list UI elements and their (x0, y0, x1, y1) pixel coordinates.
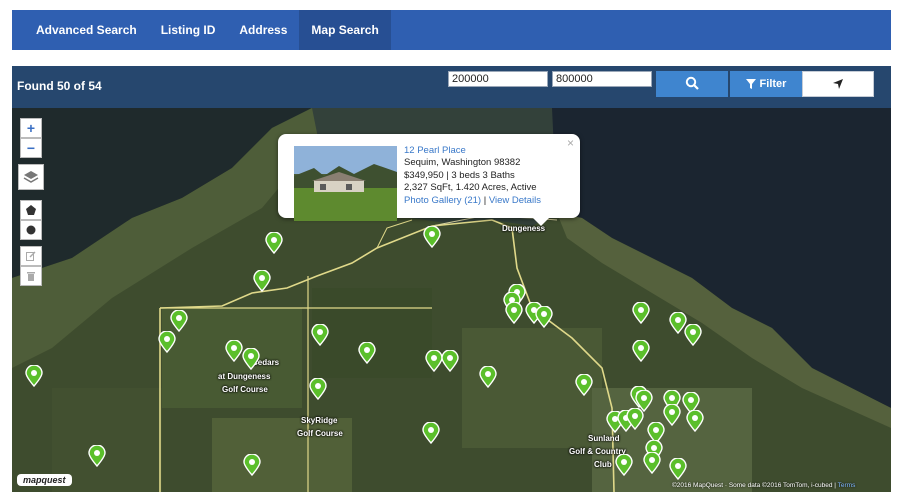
listing-marker[interactable] (158, 330, 176, 354)
listing-marker[interactable] (535, 305, 553, 329)
listing-marker[interactable] (626, 407, 644, 431)
tab-address[interactable]: Address (227, 10, 299, 50)
map-label-skyridge-line2: Golf Course (297, 429, 343, 438)
mapquest-logo: mapquest (17, 474, 72, 486)
link-separator: | (481, 194, 489, 206)
popup-close-button[interactable]: × (567, 136, 574, 150)
tab-map-search[interactable]: Map Search (299, 10, 391, 50)
listing-marker[interactable] (358, 341, 376, 365)
polygon-icon (26, 205, 36, 215)
listing-marker[interactable] (311, 323, 329, 347)
trash-icon (27, 272, 35, 281)
filter-button[interactable]: Filter (730, 71, 802, 97)
search-icon (685, 76, 699, 90)
listing-address-link[interactable]: 12 Pearl Place (404, 145, 466, 156)
view-details-link[interactable]: View Details (489, 195, 541, 206)
edit-shape-button[interactable] (20, 246, 42, 266)
map-label-skyridge: SkyRidge (301, 416, 338, 425)
listing-city: Sequim, Washington 98382 (404, 157, 521, 169)
listing-marker[interactable] (684, 323, 702, 347)
tab-listing-id[interactable]: Listing ID (149, 10, 228, 50)
map-view[interactable]: + − Dungeness Cedars at Dungeness Golf C… (12, 108, 891, 492)
listing-marker[interactable] (88, 444, 106, 468)
terms-link[interactable]: Terms (838, 482, 856, 489)
listing-size: 2,327 SqFt, 1.420 Acres, Active (404, 182, 537, 194)
listing-marker[interactable] (669, 457, 687, 481)
layers-button[interactable] (18, 164, 44, 190)
map-label-sunland: Sunland (588, 434, 620, 443)
listing-marker[interactable] (632, 301, 650, 325)
map-label-cedars-line3: Golf Course (222, 385, 268, 394)
listing-marker[interactable] (422, 421, 440, 445)
attribution-text: ©2016 MapQuest · Some data ©2016 TomTom,… (672, 482, 838, 489)
listing-marker[interactable] (253, 269, 271, 293)
listing-marker[interactable] (242, 347, 260, 371)
listing-marker[interactable] (243, 453, 261, 477)
listing-price: $349,950 | 3 beds 3 Baths (404, 169, 515, 181)
listing-marker[interactable] (643, 451, 661, 475)
listing-marker[interactable] (170, 309, 188, 333)
locate-button[interactable] (802, 71, 874, 97)
listing-marker[interactable] (225, 339, 243, 363)
listing-marker[interactable] (479, 365, 497, 389)
listing-details: 12 Pearl Place Sequim, Washington 98382 … (404, 145, 541, 207)
listing-photo[interactable] (294, 146, 397, 221)
map-label-cedars-line2: at Dungeness (218, 372, 271, 381)
draw-polygon-button[interactable] (20, 200, 42, 220)
listing-marker[interactable] (632, 339, 650, 363)
results-count: Found 50 of 54 (17, 79, 102, 93)
listing-marker[interactable] (309, 377, 327, 401)
listing-marker[interactable] (686, 409, 704, 433)
circle-icon (26, 225, 36, 235)
listing-popup: 12 Pearl Place Sequim, Washington 98382 … (278, 134, 580, 226)
max-price-input[interactable] (552, 71, 652, 87)
layers-icon (23, 171, 39, 183)
listing-marker[interactable] (25, 364, 43, 388)
delete-shape-button[interactable] (20, 266, 42, 286)
listing-marker[interactable] (441, 349, 459, 373)
zoom-out-button[interactable]: − (20, 138, 42, 158)
zoom-in-button[interactable]: + (20, 118, 42, 138)
location-arrow-icon (833, 79, 843, 89)
draw-circle-button[interactable] (20, 220, 42, 240)
photo-gallery-link[interactable]: Photo Gallery (21) (404, 195, 481, 206)
listing-marker[interactable] (663, 403, 681, 427)
listing-marker[interactable] (615, 453, 633, 477)
tab-advanced-search[interactable]: Advanced Search (12, 10, 149, 50)
map-attribution: ©2016 MapQuest · Some data ©2016 TomTom,… (672, 482, 855, 489)
filter-icon (745, 79, 756, 89)
listing-marker[interactable] (265, 231, 283, 255)
top-navigation: Advanced Search Listing ID Address Map S… (12, 10, 891, 50)
search-toolbar: Found 50 of 54 Filter (12, 66, 891, 108)
edit-icon (26, 251, 36, 261)
search-button[interactable] (656, 71, 728, 97)
min-price-input[interactable] (448, 71, 548, 87)
listing-marker[interactable] (505, 301, 523, 325)
listing-marker[interactable] (423, 225, 441, 249)
map-label-sunland-line3: Club (594, 460, 612, 469)
filter-label: Filter (759, 78, 787, 90)
listing-marker[interactable] (575, 373, 593, 397)
